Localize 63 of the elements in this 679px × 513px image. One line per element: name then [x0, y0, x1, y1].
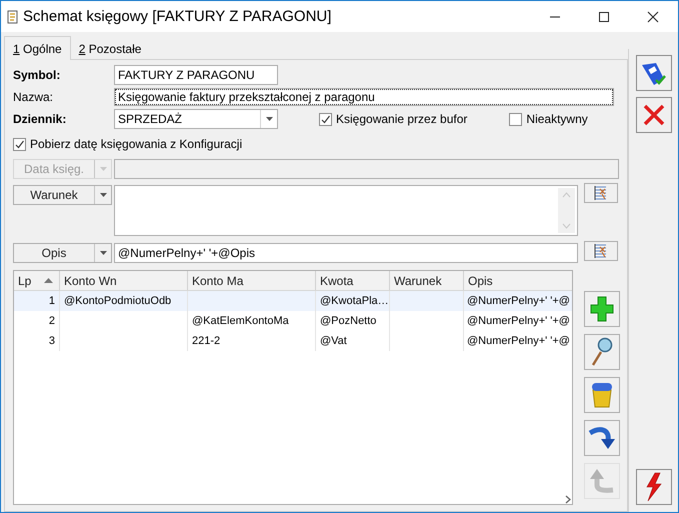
tab[interactable]: 1 Ogólne — [4, 36, 71, 60]
description-field[interactable]: @NumerPelny+' '+@Opis — [114, 243, 578, 263]
caret-icon — [100, 167, 106, 171]
name-field[interactable]: Księgowanie faktury przekształconej z paragonu — [114, 88, 614, 106]
caret-icon — [100, 193, 106, 197]
config-date-checkbox[interactable]: Pobierz datę księgowania z Konfiguracji — [13, 137, 242, 151]
column-header[interactable]: Kwota — [316, 271, 390, 290]
condition-button[interactable]: Warunek — [13, 185, 112, 205]
field-label: Dziennik: — [13, 112, 68, 126]
tab[interactable]: 2 Pozostałe — [70, 39, 150, 59]
column-header[interactable]: Lp — [14, 271, 60, 290]
table-cell: @NumerPelny+' '+@ — [467, 335, 570, 347]
scroll-right-icon[interactable] — [564, 494, 572, 504]
table-cell: @KatElemKontoMa — [192, 315, 289, 327]
table-cell: @KontoPodmiotuOdb — [64, 295, 172, 307]
caret-icon — [100, 251, 106, 255]
table-cell: @NumerPelny+' '+@ — [467, 295, 570, 307]
table-cell: 221-2 — [192, 335, 220, 347]
journal-dropdown[interactable]: SPRZEDAŻ — [114, 109, 278, 129]
save-button[interactable] — [636, 55, 672, 91]
field-label: Nazwa: — [13, 90, 54, 104]
table-cell: @Vat — [320, 335, 347, 347]
redo-button[interactable] — [584, 420, 620, 456]
app-icon — [7, 10, 19, 24]
curved-arrow-icon — [589, 467, 615, 495]
description-button[interactable]: Opis — [13, 243, 112, 263]
condition-field[interactable] — [114, 185, 578, 236]
column-header[interactable]: Opis — [464, 271, 572, 290]
plus-icon — [590, 296, 614, 322]
table-row[interactable]: 2 @KatElemKontoMa @PozNetto @NumerPelny+' '+@ — [14, 311, 572, 331]
table-cell: 1 — [48, 295, 55, 307]
check-icon — [14, 138, 25, 150]
lightning-button[interactable] — [636, 469, 672, 505]
preview-button[interactable] — [584, 334, 620, 370]
table-cell: @KwotaPla… — [320, 295, 389, 307]
table-cell: 3 — [48, 335, 55, 347]
maximize-icon[interactable] — [598, 10, 610, 22]
lightning-icon — [644, 472, 664, 502]
table-cell: @NumerPelny+' '+@ — [467, 315, 570, 327]
table-row[interactable]: 1 @KontoPodmiotuOdb @KwotaPla… @NumerPelny+' '+@ — [14, 291, 572, 311]
caret-icon — [266, 117, 272, 121]
magnifier-icon — [590, 337, 614, 367]
close-icon[interactable] — [647, 10, 659, 22]
symbol-field[interactable]: FAKTURY Z PARAGONU — [114, 65, 278, 85]
table-cell: 2 — [48, 315, 55, 327]
column-header[interactable]: Konto Wn — [60, 271, 188, 290]
date-field[interactable] — [114, 159, 619, 179]
table-cell: @PozNetto — [320, 315, 376, 327]
check-icon — [320, 114, 331, 124]
buffer-checkbox[interactable]: Księgowanie przez bufor — [319, 112, 468, 126]
window-title: Schemat księgowy [FAKTURY Z PARAGONU] — [23, 8, 332, 25]
cross-icon — [642, 103, 666, 127]
column-header[interactable]: Warunek — [390, 271, 464, 290]
cancel-button[interactable] — [636, 97, 672, 133]
trash-bin-icon — [590, 381, 614, 409]
expression-editor-button[interactable] — [584, 241, 618, 261]
field-label: Symbol: — [13, 68, 62, 82]
expression-editor-button[interactable] — [584, 183, 618, 203]
column-header[interactable]: Konto Ma — [188, 271, 316, 290]
curved-arrow-icon — [588, 425, 616, 451]
table-row[interactable]: 3 221-2 @Vat @NumerPelny+' '+@ — [14, 331, 572, 351]
delete-button[interactable] — [584, 377, 620, 413]
add-button[interactable] — [584, 291, 620, 327]
